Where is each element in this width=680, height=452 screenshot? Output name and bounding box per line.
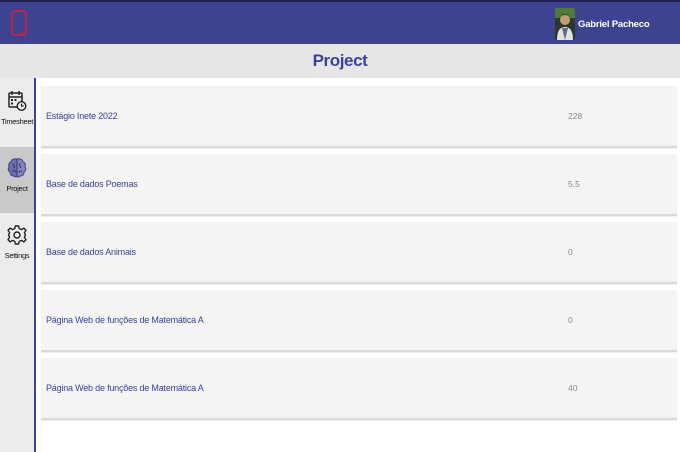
project-name: Página Web de funções de Matemática A bbox=[46, 315, 204, 325]
sidebar-item-label: Timesheet bbox=[0, 117, 34, 126]
project-hours: 0 bbox=[568, 315, 573, 325]
page-header: Project bbox=[0, 44, 680, 78]
avatar bbox=[555, 8, 575, 40]
project-name: Base de dados Animais bbox=[46, 247, 136, 257]
project-name: Base de dados Poemas bbox=[46, 179, 138, 189]
calendar-clock-icon bbox=[8, 91, 27, 112]
project-hours: 40 bbox=[568, 383, 578, 393]
project-hours: 0 bbox=[568, 247, 573, 257]
user-name: Gabriel Pacheco bbox=[578, 18, 650, 30]
project-name: Página Web de funções de Matemática A bbox=[46, 383, 204, 393]
sidebar-item-project[interactable]: Project bbox=[0, 147, 34, 213]
app-window: Gabriel Pacheco Project Timesheet Projec… bbox=[0, 0, 680, 452]
sidebar-item-settings[interactable]: Settings bbox=[0, 214, 34, 280]
project-list: Estágio Inete 2022 228 Base de dados Poe… bbox=[38, 78, 680, 452]
brain-icon bbox=[7, 158, 27, 178]
project-hours: 228 bbox=[568, 111, 583, 121]
gear-icon bbox=[7, 225, 27, 245]
project-row[interactable]: Página Web de funções de Matemática A 40 bbox=[41, 358, 677, 420]
sidebar-item-timesheet[interactable]: Timesheet bbox=[0, 80, 34, 146]
page-title: Project bbox=[312, 51, 368, 70]
project-row[interactable]: Estágio Inete 2022 228 bbox=[41, 86, 677, 148]
project-row[interactable]: Base de dados Poemas 5.5 bbox=[41, 154, 677, 216]
project-row[interactable]: Base de dados Animais 0 bbox=[41, 222, 677, 284]
sidebar: Timesheet Project Settings bbox=[0, 78, 36, 452]
sidebar-item-label: Settings bbox=[4, 251, 30, 260]
sidebar-item-label: Project bbox=[6, 184, 28, 193]
top-bar: Gabriel Pacheco bbox=[0, 0, 680, 44]
project-row[interactable]: Página Web de funções de Matemática A 0 bbox=[41, 290, 677, 352]
project-name: Estágio Inete 2022 bbox=[46, 111, 118, 121]
user-menu[interactable]: Gabriel Pacheco bbox=[555, 8, 650, 40]
app-logo-icon[interactable] bbox=[11, 10, 27, 36]
project-hours: 5.5 bbox=[568, 179, 580, 189]
